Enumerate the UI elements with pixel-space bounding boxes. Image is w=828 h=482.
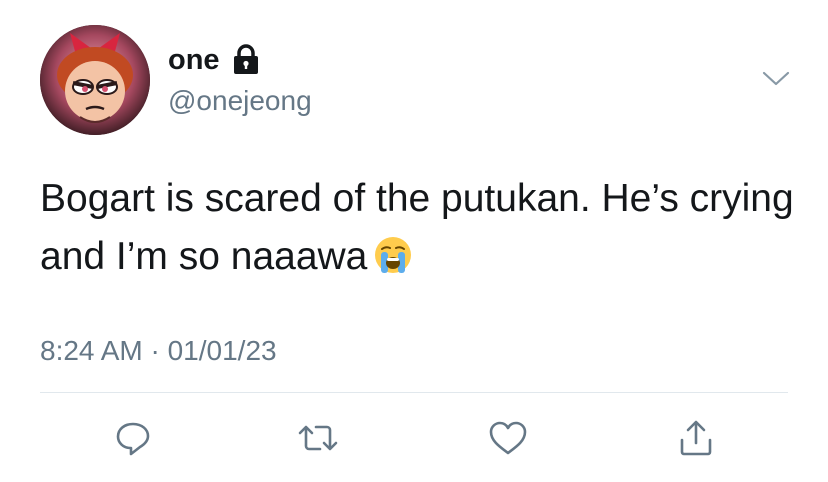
- divider: [40, 392, 788, 393]
- chevron-down-icon[interactable]: [762, 70, 790, 88]
- tweet-text: Bogart is scared of the putukan. He’s cr…: [40, 170, 800, 286]
- tweet-body: Bogart is scared of the putukan. He’s cr…: [40, 177, 794, 278]
- user-handle[interactable]: @onejeong: [168, 84, 312, 118]
- heart-icon: [489, 421, 527, 455]
- lock-icon: [234, 44, 258, 74]
- loudly-crying-face-emoji: [375, 236, 412, 273]
- like-button[interactable]: [486, 416, 530, 460]
- share-button[interactable]: [674, 416, 718, 460]
- display-name[interactable]: one: [168, 43, 220, 77]
- reply-icon: [116, 422, 150, 456]
- powerpuff-blossom-avatar: [40, 25, 150, 135]
- tweet-card: one @onejeong Bogart is scared of the pu…: [0, 0, 828, 482]
- retweet-icon: [298, 425, 338, 451]
- reply-button[interactable]: [111, 416, 155, 460]
- avatar[interactable]: [40, 25, 150, 135]
- share-icon: [680, 420, 712, 456]
- tweet-timestamp[interactable]: 8:24 AM · 01/01/23: [40, 334, 277, 368]
- retweet-button[interactable]: [296, 416, 340, 460]
